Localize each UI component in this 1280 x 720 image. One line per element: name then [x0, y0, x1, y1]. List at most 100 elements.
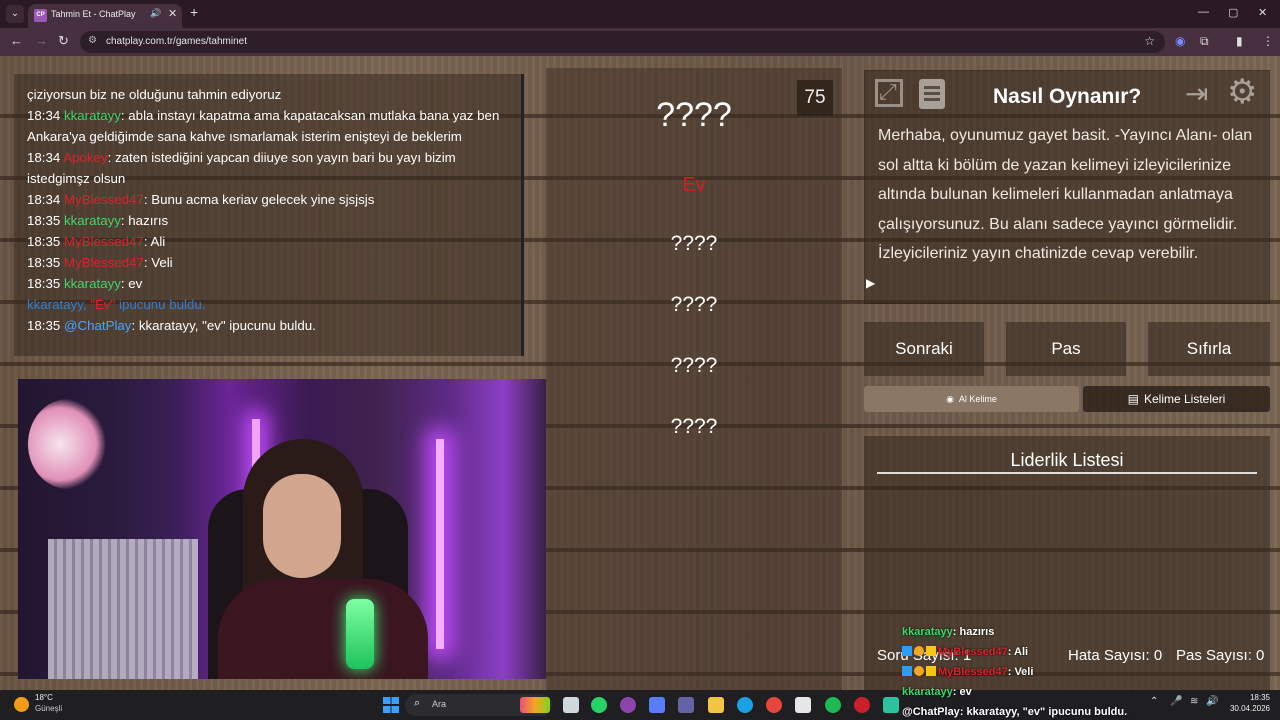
extension-icon[interactable]: ◉ — [1175, 34, 1185, 48]
badge-icon — [914, 666, 924, 676]
window-close-icon[interactable]: ✕ — [1258, 6, 1267, 19]
chat-text: : hazırıs — [952, 626, 995, 638]
game-page: çiziyorsun biz ne olduğunu tahmin ediyor… — [0, 56, 1280, 690]
chat-text: : Ali — [1007, 646, 1029, 658]
clock-time[interactable]: 18:35 — [1230, 693, 1270, 702]
badge-icon — [926, 646, 936, 656]
how-to-play-text: Merhaba, oyunumuz gayet basit. -Yayıncı … — [878, 127, 1253, 262]
fullscreen-icon[interactable] — [875, 79, 903, 107]
word-panel: 75 ???? Ev ???? ???? ???? ???? — [546, 68, 842, 690]
hidden-hint: ???? — [670, 415, 718, 438]
browser-toolbar: ← → ↻ ⚙ chatplay.com.tr/games/tahminet ☆… — [0, 28, 1280, 56]
chat-username: kkaratayy — [902, 686, 953, 698]
next-button[interactable]: Sonraki — [864, 322, 984, 376]
weather-description[interactable]: Güneşli — [35, 704, 62, 713]
exit-icon[interactable]: ⇥ — [1185, 79, 1217, 109]
spotify-icon[interactable] — [825, 697, 841, 713]
weather-sun-icon[interactable] — [14, 697, 29, 712]
extensions-puzzle-icon[interactable]: ⧉ — [1200, 34, 1209, 49]
webcam-video — [18, 379, 546, 679]
speaker-icon[interactable]: 🔊 — [150, 8, 161, 19]
webcam-streamer-face — [263, 474, 341, 578]
chat-username: Apokey — [63, 150, 108, 165]
microphone-icon[interactable]: 🎤 — [1170, 696, 1182, 707]
forward-icon[interactable]: → — [35, 34, 48, 48]
copilot-icon[interactable] — [649, 697, 665, 713]
gear-icon[interactable]: ⚙ — [1227, 75, 1261, 109]
windows-start-icon[interactable] — [383, 697, 399, 713]
notes-icon[interactable] — [919, 79, 945, 109]
chat-message: 18:34 Apokey: zaten istediğini yapcan di… — [27, 147, 507, 189]
chat-time: 18:35 — [27, 213, 61, 228]
profile-avatar-icon[interactable]: ▮ — [1236, 34, 1243, 48]
chat-username: @ChatPlay — [902, 706, 960, 718]
webcam-decoration — [28, 399, 108, 489]
app-icon[interactable] — [620, 697, 636, 713]
address-bar[interactable]: ⚙ chatplay.com.tr/games/tahminet ☆ — [80, 31, 1165, 53]
chat-message: 18:35 kkaratayy: ev — [27, 273, 507, 294]
tab-close-icon[interactable]: ✕ — [168, 7, 177, 20]
browser-tab[interactable]: CP Tahmin Et - ChatPlay 🔊 ✕ — [28, 4, 182, 28]
search-icon: ⌕ — [414, 697, 421, 709]
app-icon[interactable] — [883, 697, 899, 713]
chat-message-partial: çiziyorsun biz ne olduğunu tahmin ediyor… — [27, 87, 282, 102]
how-to-play-panel: Nasıl Oynanır? ⇥ ⚙ Merhaba, oyunumuz gay… — [864, 70, 1270, 304]
chat-username: MyBlessed47 — [938, 666, 1008, 678]
reset-button[interactable]: Sıfırla — [1148, 322, 1270, 376]
ai-word-button[interactable]: ◉ Al Kelime — [864, 386, 1079, 412]
address-url[interactable]: chatplay.com.tr/games/tahminet — [106, 36, 247, 47]
hidden-hint: ???? — [670, 354, 718, 377]
chat-username: MyBlessed47 — [63, 234, 144, 249]
chrome-icon[interactable] — [766, 697, 782, 713]
window-minimize-icon[interactable]: — — [1198, 6, 1209, 18]
webcam-radiator — [48, 539, 198, 679]
chat-text: : Ali — [143, 234, 166, 249]
weather-temperature[interactable]: 18°C — [35, 693, 53, 702]
whatsapp-icon[interactable] — [591, 697, 607, 713]
chat-message: 18:34 MyBlessed47: Bunu acma keriav gele… — [27, 189, 507, 210]
leaderboard-divider — [877, 472, 1257, 474]
chat-text: : kkaratayy, "ev" ipucunu buldu. — [131, 318, 316, 333]
chat-message: 18:35 MyBlessed47: Veli — [27, 252, 507, 273]
reload-icon[interactable]: ↻ — [58, 34, 69, 48]
list-icon: ▤ — [1127, 392, 1139, 406]
chat-username: MyBlessed47 — [938, 646, 1008, 658]
wifi-icon[interactable]: ≋ — [1190, 696, 1198, 707]
chat-message: 18:34 kkaratayy: abla instayı kapatma am… — [27, 105, 507, 147]
store-icon[interactable] — [795, 697, 811, 713]
chat-text: : Veli — [1007, 666, 1034, 678]
window-maximize-icon[interactable]: ▢ — [1228, 6, 1238, 19]
chat-username: kkaratayy — [63, 108, 121, 123]
file-explorer-icon[interactable] — [708, 697, 724, 713]
chat-username: @ChatPlay — [63, 318, 132, 333]
chat-username: kkaratayy, — [27, 297, 87, 312]
site-info-icon[interactable]: ⚙ — [88, 35, 97, 46]
leaderboard-title: Liderlik Listesi — [1010, 450, 1124, 470]
word-lists-label: Kelime Listeleri — [1143, 392, 1226, 406]
widgets-icon[interactable] — [520, 697, 550, 713]
overlay-chat-line: @ChatPlay: kkaratayy, "ev" ipucunu buldu… — [902, 702, 1162, 720]
volume-icon[interactable]: 🔊 — [1206, 696, 1218, 707]
new-tab-icon[interactable]: + — [190, 5, 198, 19]
word-lists-button[interactable]: ▤ Kelime Listeleri — [1083, 386, 1270, 412]
browser-menu-icon[interactable]: ⋮ — [1262, 34, 1274, 48]
chat-text: : hazırıs — [120, 213, 169, 228]
back-icon[interactable]: ← — [10, 34, 23, 48]
overlay-chat-line: MyBlessed47: Veli — [902, 662, 1162, 682]
chat-time: 18:34 — [27, 108, 61, 123]
edge-icon[interactable] — [737, 697, 753, 713]
bookmark-star-icon[interactable]: ☆ — [1144, 34, 1155, 48]
chat-message: 18:35 kkaratayy: hazırıs — [27, 210, 507, 231]
chat-text: : ev — [952, 686, 972, 698]
teams-icon[interactable] — [678, 697, 694, 713]
clock-date[interactable]: 30.04.2026 — [1222, 704, 1270, 713]
pass-button[interactable]: Pas — [1006, 322, 1126, 376]
browser-tab-bar: ⌄ CP Tahmin Et - ChatPlay 🔊 ✕ + — ▢ ✕ — [0, 0, 1280, 28]
chat-system-message: kkaratayy, "Ev" ipucunu buldu. — [27, 294, 507, 315]
overlay-chat-line: kkaratayy: ev — [902, 682, 1162, 702]
opera-icon[interactable] — [854, 697, 870, 713]
tab-search-chevron-icon[interactable]: ⌄ — [6, 5, 24, 23]
chat-panel: çiziyorsun biz ne olduğunu tahmin ediyor… — [14, 74, 524, 356]
main-word: ???? — [656, 96, 732, 134]
task-view-icon[interactable] — [563, 697, 579, 713]
